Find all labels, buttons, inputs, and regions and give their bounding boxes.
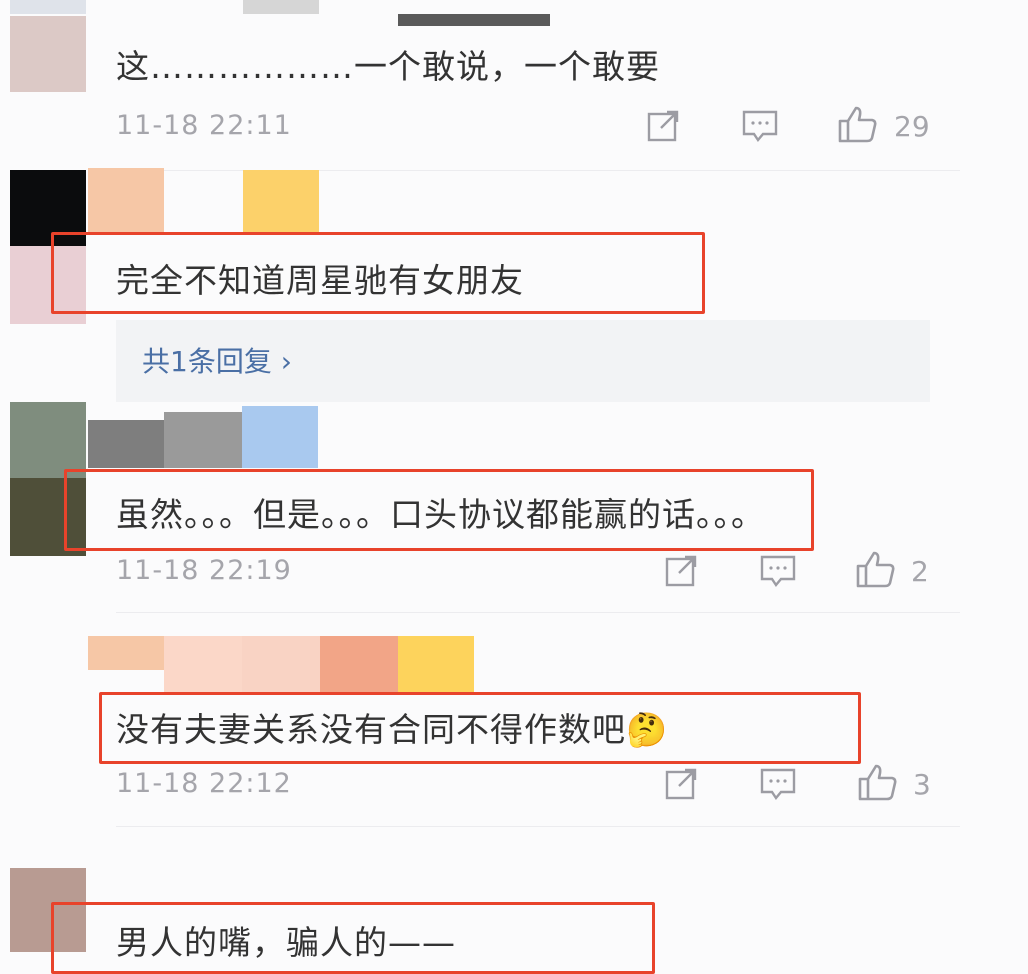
like-icon[interactable] [837,104,879,144]
like-icon[interactable] [857,762,899,802]
username-fragment [242,406,318,468]
username-fragment [320,636,398,692]
username-fragment [88,420,164,468]
comment-text: 这………………一个敢说，一个敢要 [116,47,660,86]
avatar[interactable] [10,16,86,92]
share-icon[interactable] [663,766,699,802]
username-fragment [164,636,242,692]
divider [116,612,960,613]
username-fragment [88,636,164,670]
highlight-box [64,469,814,551]
view-replies-link[interactable]: 共1条回复 › [142,340,292,380]
like-icon[interactable] [855,549,897,589]
comment-time: 11-18 22:12 [116,768,292,799]
comment-time: 11-18 22:19 [116,555,292,586]
avatar-fragment [398,14,550,26]
avatar[interactable] [10,402,86,478]
avatar-fragment [10,0,86,14]
avatar-fragment [243,0,319,14]
like-count: 3 [913,768,931,801]
comment-icon[interactable] [741,108,779,144]
like-count: 2 [911,555,929,588]
highlight-box [51,902,655,974]
share-icon[interactable] [645,108,681,144]
comment-time: 11-18 22:11 [116,110,292,141]
highlight-box [99,692,861,764]
username-fragment [88,168,164,232]
divider [116,826,960,827]
username-fragment [164,412,242,468]
username-fragment [242,636,320,692]
highlight-box [51,232,705,314]
comment-icon[interactable] [759,766,797,802]
like-count: 29 [894,110,930,143]
comment-icon[interactable] [759,553,797,589]
share-icon[interactable] [663,553,699,589]
username-fragment [398,636,474,692]
username-fragment [243,170,319,232]
